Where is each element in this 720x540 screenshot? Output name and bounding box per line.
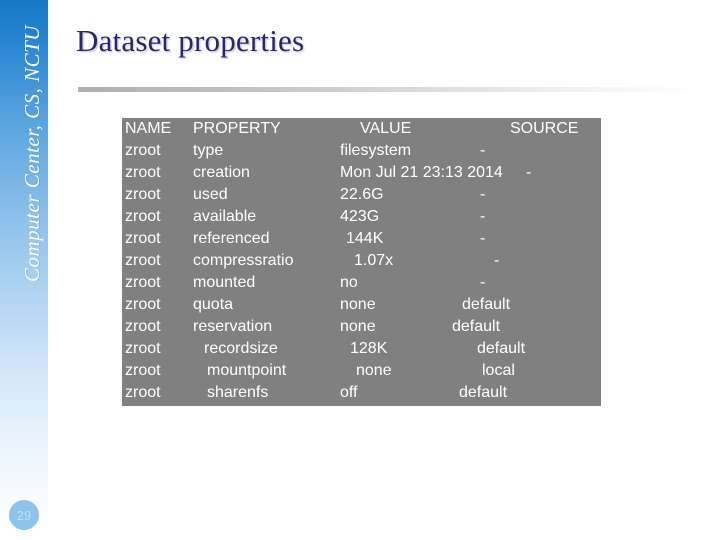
table-row: zroot reservation none default [122, 316, 601, 338]
cell-source: - [480, 208, 486, 225]
cell-name: zroot [125, 384, 161, 401]
column-header-name: NAME [125, 120, 172, 137]
table-row: zroot sharenfs off default [122, 382, 601, 404]
cell-source: default [459, 384, 508, 401]
table-row: zroot mountpoint none local [122, 360, 601, 382]
cell-source: default [452, 318, 501, 335]
zfs-properties-table: NAME PROPERTY VALUE SOURCE zroot type fi… [122, 118, 601, 406]
cell-value: none [356, 362, 392, 379]
column-header-source: SOURCE [510, 120, 579, 137]
cell-value: none [340, 296, 376, 313]
title-divider [78, 87, 698, 92]
cell-value: 22.6G [340, 186, 384, 203]
cell-property: creation [193, 164, 250, 181]
cell-source: - [526, 164, 532, 181]
cell-property: compressratio [193, 252, 294, 269]
cell-value: 423G [340, 208, 380, 225]
table-header-row: NAME PROPERTY VALUE SOURCE [122, 118, 601, 140]
table-row: zroot quota none default [122, 294, 601, 316]
cell-name: zroot [125, 274, 161, 291]
cell-property: sharenfs [207, 384, 269, 401]
cell-name: zroot [125, 340, 161, 357]
cell-source: - [480, 186, 486, 203]
table-row: zroot creation Mon Jul 21 23:13 2014 - [122, 162, 601, 184]
cell-name: zroot [125, 164, 161, 181]
table-row: zroot referenced 144K - [122, 228, 601, 250]
cell-name: zroot [125, 362, 161, 379]
cell-property: mountpoint [207, 362, 287, 379]
table-row: zroot type filesystem - [122, 140, 601, 162]
cell-source: - [494, 252, 500, 269]
cell-value: 1.07x [354, 252, 394, 269]
cell-source: - [480, 274, 486, 291]
table-row: zroot compressratio 1.07x - [122, 250, 601, 272]
table-row: zroot used 22.6G - [122, 184, 601, 206]
cell-value: off [340, 384, 358, 401]
cell-property: used [193, 186, 228, 203]
cell-source: - [480, 230, 486, 247]
cell-property: mounted [193, 274, 256, 291]
cell-value: Mon Jul 21 23:13 2014 [340, 164, 503, 181]
cell-name: zroot [125, 230, 161, 247]
cell-value: no [340, 274, 358, 291]
table-row: zroot recordsize 128K default [122, 338, 601, 360]
cell-name: zroot [125, 318, 161, 335]
cell-source: default [477, 340, 526, 357]
cell-name: zroot [125, 186, 161, 203]
cell-source: default [462, 296, 511, 313]
table-row: zroot available 423G - [122, 206, 601, 228]
cell-property: type [193, 142, 224, 159]
table-row: zroot mounted no - [122, 272, 601, 294]
page-number-badge: 29 [9, 500, 39, 530]
column-header-value: VALUE [360, 120, 412, 137]
slide-sidebar: Computer Center, CS, NCTU 29 [0, 0, 48, 540]
page-title: Dataset properties [76, 23, 305, 58]
cell-property: available [193, 208, 257, 225]
cell-name: zroot [125, 252, 161, 269]
column-header-property: PROPERTY [193, 120, 281, 137]
cell-value: 144K [346, 230, 384, 247]
cell-value: none [340, 318, 376, 335]
cell-value: filesystem [340, 142, 412, 159]
cell-name: zroot [125, 142, 161, 159]
cell-property: reservation [193, 318, 273, 335]
cell-source: local [482, 362, 515, 379]
cell-property: quota [193, 296, 234, 313]
cell-name: zroot [125, 296, 161, 313]
cell-property: recordsize [204, 340, 278, 357]
cell-name: zroot [125, 208, 161, 225]
cell-source: - [480, 142, 486, 159]
sidebar-branding-label: Computer Center, CS, NCTU [19, 25, 44, 282]
cell-value: 128K [350, 340, 388, 357]
cell-property: referenced [193, 230, 270, 247]
